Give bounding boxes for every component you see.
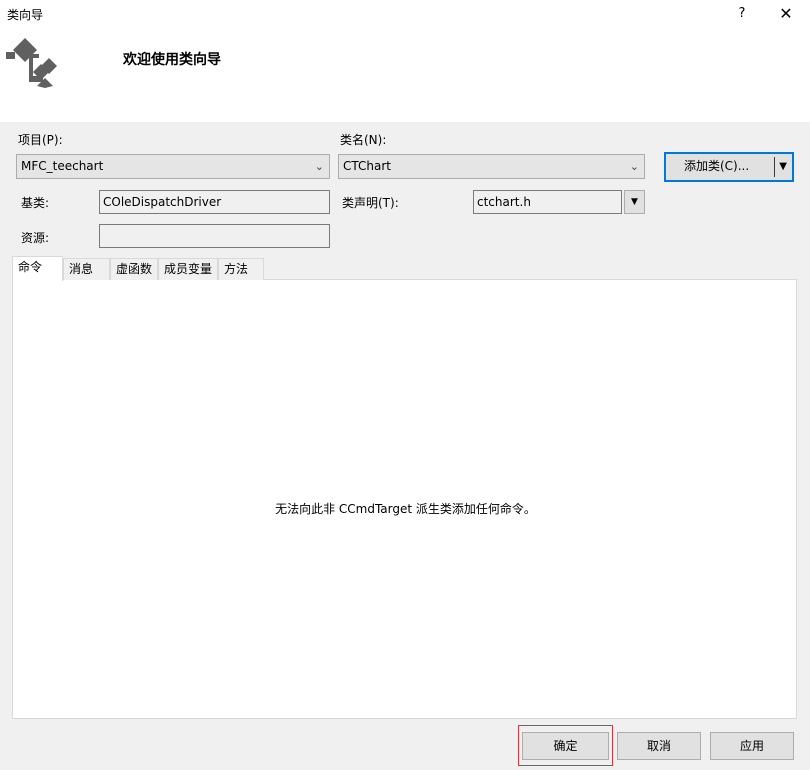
class-decl-field[interactable]: ctchart.h — [473, 190, 622, 214]
dropdown-arrow-icon: ▼ — [631, 197, 638, 207]
class-wizard-icon — [5, 34, 59, 88]
close-button[interactable]: ✕ — [775, 4, 797, 24]
chevron-down-icon: ⌄ — [314, 160, 324, 173]
class-name-label: 类名(N): — [340, 133, 387, 147]
ok-button[interactable]: 确定 — [522, 732, 609, 760]
panel-message: 无法向此非 CCmdTarget 派生类添加任何命令。 — [275, 502, 536, 516]
help-button[interactable]: ? — [732, 4, 752, 24]
project-combobox[interactable]: MFC_teechart ⌄ — [16, 154, 330, 179]
class-name-value: CTChart — [343, 159, 391, 173]
class-decl-dropdown[interactable]: ▼ — [624, 190, 645, 214]
tab-messages[interactable]: 消息 — [63, 258, 110, 280]
wizard-heading: 欢迎使用类向导 — [123, 52, 221, 68]
tab-methods[interactable]: 方法 — [218, 258, 264, 280]
class-name-combobox[interactable]: CTChart ⌄ — [338, 154, 645, 179]
window-title: 类向导 — [7, 8, 44, 22]
add-class-button[interactable]: 添加类(C)... ▼ — [664, 152, 794, 182]
tab-panel: 无法向此非 CCmdTarget 派生类添加任何命令。 — [12, 279, 797, 719]
add-class-label: 添加类(C)... — [684, 159, 750, 173]
project-label: 项目(P): — [18, 133, 63, 147]
chevron-down-icon: ⌄ — [629, 160, 639, 173]
base-class-field[interactable]: COleDispatchDriver — [99, 190, 330, 214]
project-value: MFC_teechart — [21, 159, 104, 173]
tab-virtual-functions[interactable]: 虚函数 — [110, 258, 158, 280]
tab-member-variables[interactable]: 成员变量 — [158, 258, 218, 280]
cancel-button[interactable]: 取消 — [617, 732, 701, 760]
dropdown-arrow-icon[interactable]: ▼ — [779, 154, 787, 180]
apply-button[interactable]: 应用 — [710, 732, 794, 760]
base-class-label: 基类: — [21, 196, 50, 210]
header-area — [0, 0, 810, 122]
class-decl-label: 类声明(T): — [342, 196, 399, 210]
resource-field[interactable] — [99, 224, 330, 248]
split-divider — [774, 157, 775, 177]
tab-commands[interactable]: 命令 — [12, 256, 63, 281]
resource-label: 资源: — [21, 231, 50, 245]
